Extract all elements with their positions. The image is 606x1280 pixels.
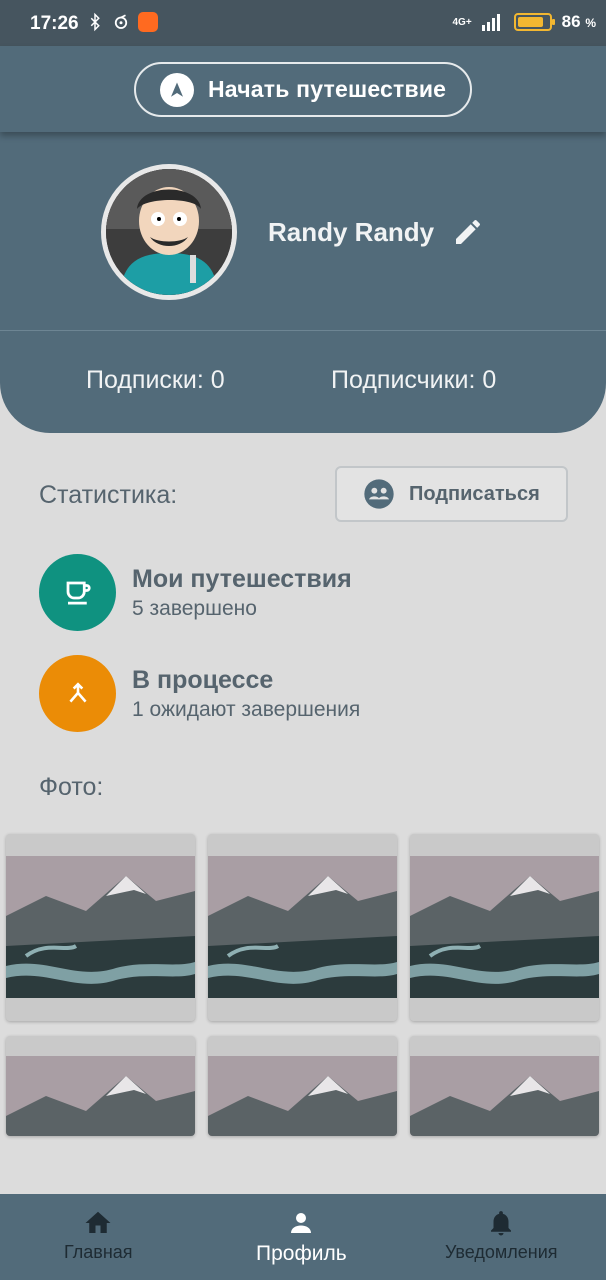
trips-subtitle: 5 завершено: [132, 597, 257, 620]
followers-count[interactable]: Подписчики: 0: [331, 366, 496, 395]
photo-thumbnail[interactable]: [208, 834, 397, 1021]
home-icon: [85, 1211, 111, 1233]
header-divider: [0, 330, 606, 331]
nav-home[interactable]: Главная: [64, 1208, 133, 1263]
in-progress-subtitle: 1 ожидают завершения: [132, 698, 361, 721]
nav-home-label: Главная: [64, 1242, 133, 1262]
start-trip-label: Начать путешествие: [208, 76, 447, 102]
merge-icon: [39, 655, 116, 732]
start-trip-button[interactable]: Начать путешествие: [134, 62, 472, 117]
coffee-cup-icon: [39, 554, 116, 631]
photo-thumbnail[interactable]: [410, 1036, 599, 1136]
top-bar: Начать путешествие: [0, 46, 606, 132]
navigation-arrow-icon: [160, 72, 194, 107]
network-type: 4G+: [452, 16, 472, 28]
status-bar: 17:26 4G+ 86 %: [0, 0, 606, 46]
photo-thumbnail[interactable]: [410, 834, 599, 1021]
group-icon: [364, 479, 394, 509]
trips-title: Мои путешествия: [132, 565, 352, 593]
bottom-nav: Главная Профиль Уведомления: [0, 1194, 606, 1280]
photos-label: Фото:: [39, 773, 104, 801]
subscribe-label: Подписаться: [409, 482, 540, 505]
subscribe-button[interactable]: Подписаться: [335, 466, 568, 522]
app-notification-icon: [138, 12, 158, 32]
signal-icon: [481, 14, 500, 31]
pencil-icon[interactable]: [452, 216, 484, 248]
photo-thumbnail[interactable]: [208, 1036, 397, 1136]
in-progress-title: В процессе: [132, 666, 274, 694]
person-icon: [291, 1213, 312, 1233]
nav-profile[interactable]: Профиль: [256, 1208, 347, 1266]
username: Randy Randy: [268, 217, 435, 247]
photo-thumbnail[interactable]: [6, 834, 195, 1021]
status-time: 17:26: [30, 13, 79, 34]
follows-count[interactable]: Подписки: 0: [86, 366, 225, 395]
bell-icon: [491, 1211, 512, 1236]
sync-icon: [114, 14, 128, 29]
battery-icon: [513, 13, 555, 31]
photo-thumbnail[interactable]: [6, 1036, 195, 1136]
nav-profile-label: Профиль: [256, 1242, 347, 1265]
profile-header: Начать путешествие Randy Randy Подписки:…: [0, 46, 606, 433]
stats-title: Статистика:: [39, 481, 178, 509]
nav-notifications-label: Уведомления: [445, 1242, 558, 1262]
bluetooth-icon: [90, 12, 100, 32]
battery-percent: 86 %: [561, 12, 596, 31]
nav-notifications[interactable]: Уведомления: [445, 1208, 558, 1263]
avatar[interactable]: [101, 164, 237, 300]
